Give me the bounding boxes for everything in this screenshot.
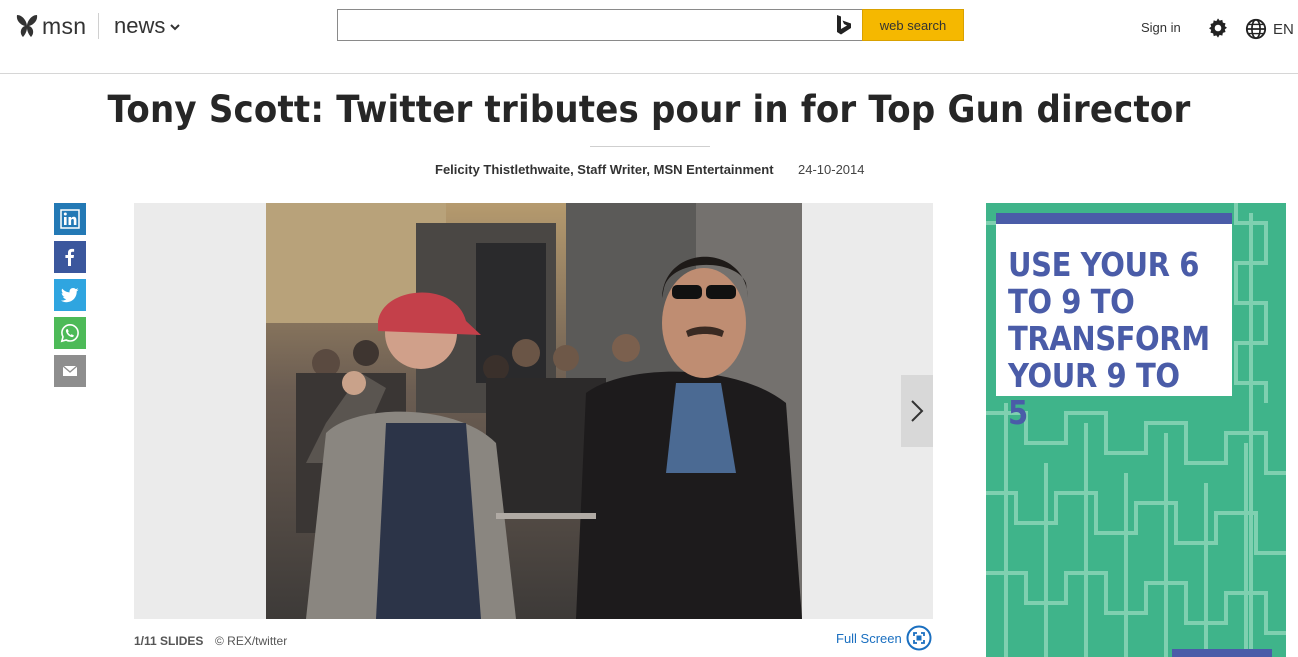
globe-icon[interactable] (1245, 18, 1267, 40)
email-icon (62, 365, 78, 376)
share-whatsapp-button[interactable] (54, 317, 86, 349)
whatsapp-icon (60, 323, 79, 343)
header-divider (98, 13, 99, 39)
chevron-right-icon (911, 400, 924, 422)
ad-headline-card: USE YOUR 6 TO 9 TO TRANSFORM YOUR 9 TO 5 (996, 213, 1232, 431)
next-slide-button[interactable] (901, 375, 933, 447)
section-label: news (114, 13, 166, 38)
gear-icon[interactable] (1207, 17, 1229, 39)
language-selector[interactable]: EN (1273, 21, 1294, 38)
top-header: msn news web search Sign in EN (0, 0, 1298, 74)
ad-bottom-bar (1172, 649, 1272, 657)
ad-headline: USE YOUR 6 TO 9 TO TRANSFORM YOUR 9 TO 5 (1008, 245, 1210, 432)
fullscreen-icon[interactable] (906, 625, 932, 651)
slide-counter: 1/11 SLIDES (134, 634, 204, 648)
full-screen-link[interactable]: Full Screen (836, 631, 902, 646)
facebook-icon (65, 248, 75, 266)
article-title: Tony Scott: Twitter tributes pour in for… (107, 88, 1191, 131)
advertisement[interactable]: USE YOUR 6 TO 9 TO TRANSFORM YOUR 9 TO 5 (986, 203, 1286, 657)
web-search-button[interactable]: web search (862, 9, 964, 41)
share-twitter-button[interactable] (54, 279, 86, 311)
search-box (337, 9, 864, 41)
search-input[interactable] (338, 10, 864, 40)
section-menu-button[interactable]: news (114, 13, 181, 39)
twitter-icon (60, 288, 79, 303)
share-facebook-button[interactable] (54, 241, 86, 273)
bing-icon (837, 15, 851, 35)
share-linkedin-button[interactable] (54, 203, 86, 235)
photo-credit: © REX/twitter (215, 634, 288, 648)
article-byline: Felicity Thistlethwaite, Staff Writer, M… (435, 162, 774, 177)
title-divider (590, 146, 710, 147)
article-date: 24-10-2014 (798, 162, 865, 177)
chevron-down-icon (170, 24, 181, 31)
linkedin-icon (60, 209, 80, 229)
share-email-button[interactable] (54, 355, 86, 387)
butterfly-logo-icon (16, 15, 38, 37)
msn-logo[interactable]: msn (14, 12, 86, 40)
slide-photo (266, 203, 802, 619)
brand-name: msn (42, 12, 87, 39)
sign-in-link[interactable]: Sign in (1141, 20, 1181, 35)
slide-photo-illustration (266, 203, 802, 619)
